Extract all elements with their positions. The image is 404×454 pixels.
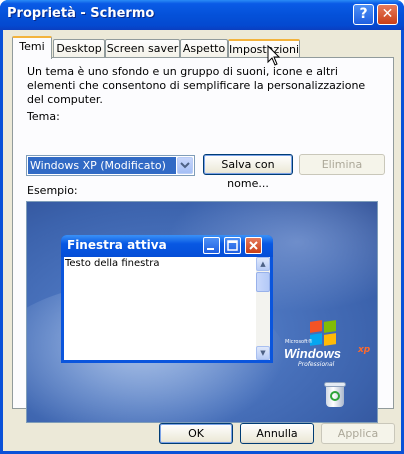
preview-title-bar: Finestra attiva [61,235,273,257]
window-title: Proprietà - Schermo [7,6,155,21]
tema-dropdown-value: Windows XP (Modificato) [28,157,176,174]
logo-microsoft: Microsoft® [285,339,313,345]
ok-button[interactable]: OK [159,423,233,444]
logo-xp: xp [358,345,371,355]
cancel-button[interactable]: Annulla [240,423,314,444]
tema-dropdown[interactable]: Windows XP (Modificato) [26,155,195,176]
close-icon [245,237,262,254]
recycle-bin-icon [324,380,346,408]
title-bar[interactable]: Proprietà - Schermo ? ✕ [0,0,404,30]
close-button[interactable]: ✕ [377,4,398,25]
theme-preview: Finestra attiva Testo della finestra ▲ ▼… [26,201,378,423]
scroll-up-icon: ▲ [256,257,270,271]
preview-active-window: Finestra attiva Testo della finestra ▲ ▼ [61,235,273,363]
mouse-cursor-icon [267,45,281,66]
preview-window-title: Finestra attiva [67,238,167,252]
help-button[interactable]: ? [353,4,374,25]
dialog-window: Proprietà - Schermo ? ✕ Temi Desktop Scr… [0,0,404,454]
scroll-down-icon: ▼ [256,346,270,360]
logo-edition: Professional [298,361,335,368]
chevron-down-icon[interactable] [177,157,193,174]
save-as-button[interactable]: Salva con nome... [203,154,293,190]
preview-scrollbar: ▲ ▼ [256,257,270,360]
preview-window-body: Testo della finestra ▲ ▼ [64,257,270,360]
temi-panel: Un tema è uno sfondo e un gruppo di suon… [12,57,394,423]
tab-temi[interactable]: Temi [12,36,52,59]
preview-window-text: Testo della finestra [65,258,160,269]
tab-aspetto[interactable]: Aspetto [180,39,228,58]
tab-impostazioni[interactable]: Impostazioni [228,39,300,58]
tema-label: Tema: [27,110,60,123]
windows-flag-icon [310,320,338,347]
scroll-thumb [256,272,270,292]
delete-button[interactable]: Elimina [299,154,385,175]
logo-windows: Windows [284,346,341,361]
sample-label: Esempio: [27,184,78,197]
minimize-icon [203,237,220,254]
apply-button[interactable]: Applica [321,423,395,444]
theme-description: Un tema è uno sfondo e un gruppo di suon… [27,65,366,106]
windows-xp-logo: Microsoft® Windows xp Professional [282,317,372,368]
tab-screen-saver[interactable]: Screen saver [105,39,180,58]
maximize-icon [224,237,241,254]
tab-desktop[interactable]: Desktop [53,39,105,58]
dialog-body: Temi Desktop Screen saver Aspetto Impost… [3,30,401,451]
